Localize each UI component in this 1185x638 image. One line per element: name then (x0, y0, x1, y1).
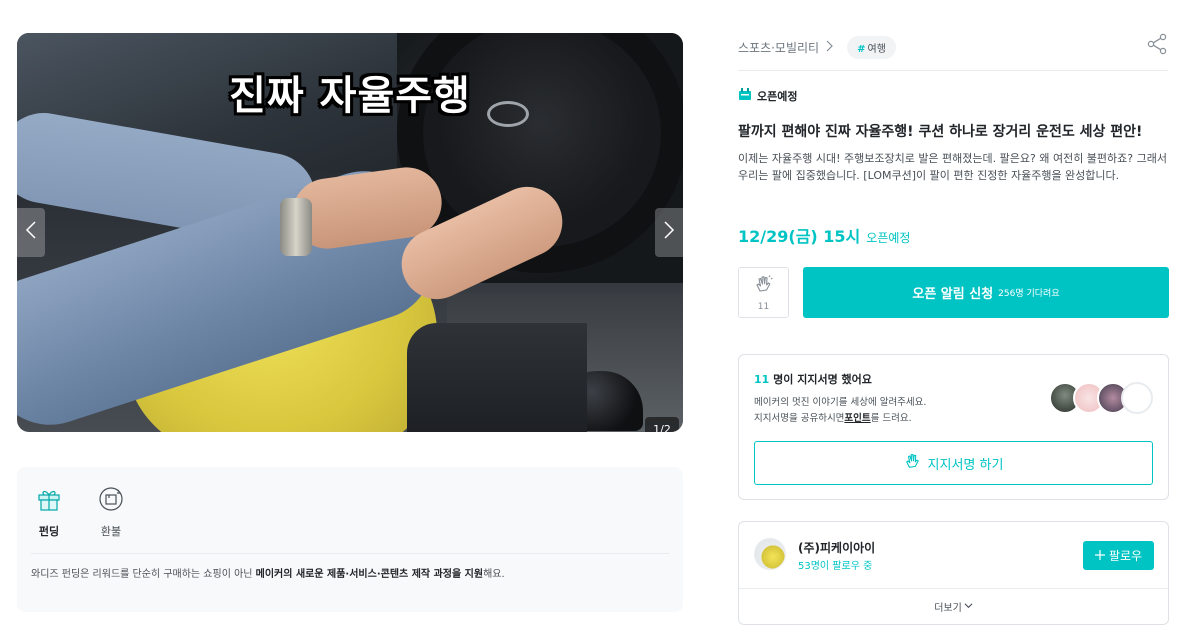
video-caption: 진짜 자율주행 (229, 73, 471, 119)
description-text: 와디즈 펀딩은 리워드를 단순히 구매하는 쇼핑이 아닌 (31, 569, 256, 580)
refund-icon (97, 485, 125, 513)
support-title: 11 명이 지지서명 했어요 (754, 371, 872, 387)
status-badge: 오픈예정 (738, 87, 797, 104)
supporter-avatars (1049, 382, 1159, 414)
support-desc-text: 지지서명을 공유하시면 (754, 413, 845, 424)
more-button[interactable]: 더보기 (739, 588, 1168, 625)
open-alert-button[interactable]: 오픈 알림 신청 256명 기다려요 (803, 267, 1169, 318)
maker-name[interactable]: (주)피케이아이 (798, 539, 875, 556)
support-button-label: 지지서명 하기 (927, 457, 1004, 473)
status-label: 오픈예정 (757, 89, 798, 103)
clap-button[interactable]: 11 (738, 267, 789, 318)
clap-icon (754, 274, 774, 298)
slide-counter: 1/2 (645, 417, 679, 432)
share-icon[interactable] (1146, 33, 1168, 55)
type-refund-label: 환불 (100, 525, 122, 538)
support-signature-card: 11 명이 지지서명 했어요 메이커의 멋진 이야기를 세상에 알려주세요. 지… (738, 354, 1169, 500)
support-description: 메이커의 멋진 이야기를 세상에 알려주세요. 지지서명을 공유하시면포인트를 … (754, 395, 926, 427)
support-signature-button[interactable]: 지지서명 하기 (754, 441, 1153, 485)
open-date: 12/29(금) 15시 오픈예정 (738, 223, 910, 247)
maker-card: (주)피케이아이 53명이 팔로우 중 팔로우 더보기 (738, 521, 1169, 625)
support-desc-text: 를 드려요. (870, 413, 912, 424)
avatar (1121, 382, 1153, 414)
tag-chip[interactable]: # 여행 (847, 36, 896, 59)
follow-label: 팔로우 (1108, 549, 1143, 563)
watch-image (280, 198, 312, 256)
maker-followers: 53명이 팔로우 중 (798, 561, 873, 572)
maker-avatar[interactable] (754, 538, 786, 570)
tag-label: 여행 (867, 44, 886, 55)
calendar-gift-icon (738, 87, 752, 104)
funding-description: 와디즈 펀딩은 리워드를 단순히 구매하는 쇼핑이 아닌 메이커의 새로운 제품… (31, 565, 505, 580)
more-label: 더보기 (934, 603, 962, 614)
carousel-prev-button[interactable] (17, 208, 45, 257)
breadcrumb: 스포츠·모빌리티 # 여행 (738, 36, 896, 59)
funding-info-card: 펀딩 환불 와디즈 펀딩은 리워드를 단순히 구매하는 쇼핑이 아닌 메이커의 … (17, 467, 683, 612)
support-count: 11 (754, 373, 770, 386)
support-desc-line: 지지서명을 공유하시면포인트를 드려요. (754, 411, 926, 427)
support-desc-bold: 포인트 (844, 413, 871, 424)
carousel-next-button[interactable] (655, 208, 683, 257)
leg-image (407, 323, 587, 432)
chevron-left-icon (25, 220, 37, 246)
type-funding[interactable]: 펀딩 (31, 485, 67, 539)
type-funding-label: 펀딩 (38, 525, 60, 538)
waiting-count: 256명 기다려요 (998, 289, 1060, 299)
follow-button[interactable]: 팔로우 (1083, 541, 1154, 570)
support-desc-line: 메이커의 멋진 이야기를 세상에 알려주세요. (754, 397, 927, 408)
open-alert-label: 오픈 알림 신청 (912, 287, 994, 302)
project-title: 팔까지 편해야 진짜 자율주행! 쿠션 하나로 장거리 운전도 세상 편안! (738, 124, 1143, 140)
chevron-right-icon (825, 40, 833, 55)
clap-count: 11 (757, 301, 770, 312)
divider (31, 553, 669, 554)
plus-icon (1094, 549, 1105, 563)
open-date-value: 12/29(금) 15시 (738, 227, 861, 246)
category-link[interactable]: 스포츠·모빌리티 (738, 39, 819, 56)
open-date-label: 오픈예정 (866, 231, 911, 245)
divider (738, 70, 1168, 71)
project-summary: 이제는 자율주행 시대! 주행보조장치로 발은 편해졌는데. 팔은요? 왜 여전… (738, 152, 1167, 182)
type-refund[interactable]: 환불 (93, 485, 129, 539)
clap-icon (904, 452, 922, 474)
support-title-text: 명이 지지서명 했어요 (769, 373, 872, 386)
description-text: 해요. (483, 569, 505, 580)
chevron-right-icon (663, 220, 675, 246)
chevron-down-icon (964, 601, 973, 613)
gift-icon (35, 485, 63, 513)
media-carousel[interactable]: 진짜 자율주행 1/2 (17, 33, 683, 432)
description-bold: 메이커의 새로운 제품·서비스·콘텐츠 제작 과정을 지원 (255, 569, 484, 580)
